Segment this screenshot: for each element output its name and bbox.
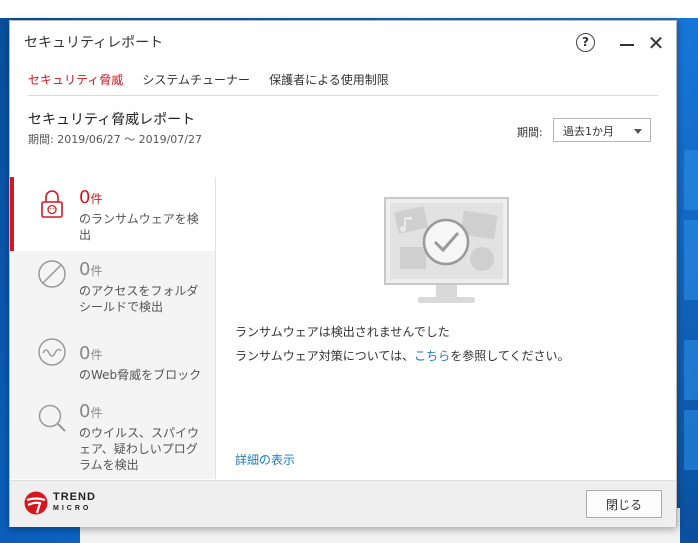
threat-item-folder-shield[interactable]: 0件 のアクセスをフォルダシールドで検出 — [10, 255, 215, 329]
no-threat-monitor-illustration — [384, 197, 509, 303]
minimize-icon — [620, 44, 634, 46]
titlebar: セキュリティレポート ? ✕ — [10, 21, 676, 65]
threat-item-web-threat[interactable]: 0件 のWeb脅威をブロック — [10, 333, 215, 397]
threat-count: 0件 — [79, 187, 103, 208]
show-details-link[interactable]: 詳細の表示 — [235, 451, 295, 468]
windows-logo-pane — [684, 150, 698, 210]
ransomware-info-message: ランサムウェア対策については、こちらを参照してください。 — [235, 349, 570, 363]
tab-divider — [28, 95, 658, 96]
threat-count: 0件 — [79, 259, 103, 280]
windows-logo-pane — [684, 220, 698, 300]
folder-shield-icon — [38, 260, 66, 288]
help-icon[interactable]: ? — [576, 33, 595, 52]
report-period: 期間: 2019/06/27 ～ 2019/07/27 — [28, 133, 202, 146]
window-title: セキュリティレポート — [24, 35, 164, 51]
period-dropdown[interactable]: 過去1か月 — [553, 118, 651, 142]
threat-count: 0件 — [79, 401, 103, 422]
threat-item-virus[interactable]: 0件 のウイルス、スパイウェア、疑わしいプログラムを検出 — [10, 399, 215, 479]
windows-logo-pane — [684, 410, 698, 470]
web-threat-icon — [38, 338, 66, 366]
period-label: 期間: — [517, 126, 543, 139]
tab-system-tuner[interactable]: システムチューナー — [142, 71, 250, 88]
chevron-down-icon — [634, 129, 642, 134]
period-selected-value: 過去1か月 — [563, 125, 614, 138]
close-icon[interactable]: ✕ — [646, 33, 666, 53]
threat-description: のWeb脅威をブロック — [79, 368, 202, 382]
threat-description: のランサムウェアを検出 — [79, 212, 199, 242]
threat-description: のウイルス、スパイウェア、疑わしいプログラムを検出 — [79, 426, 200, 472]
footer: TREND MICRO 閉じる — [10, 480, 676, 527]
search-icon — [38, 404, 66, 432]
minimize-button[interactable] — [617, 33, 637, 53]
no-ransomware-message: ランサムウェアは検出されませんでした — [235, 325, 450, 339]
background-window-top — [0, 0, 698, 18]
trend-micro-logo: TREND MICRO — [24, 491, 124, 517]
ransomware-info-link[interactable]: こちら — [414, 349, 450, 363]
close-button[interactable]: 閉じる — [586, 490, 662, 518]
tab-bar: セキュリティ脅威 システムチューナー 保護者による使用制限 — [28, 69, 403, 89]
ransomware-lock-icon — [41, 190, 63, 218]
tab-security-threats[interactable]: セキュリティ脅威 — [28, 71, 123, 88]
threat-summary-panel: 0件 のランサムウェアを検出 0件 のアクセスをフォルダシールドで検出 0件 の… — [10, 177, 216, 479]
threat-description: のアクセスをフォルダシールドで検出 — [79, 284, 199, 314]
windows-logo-pane — [684, 340, 698, 400]
tab-parental-controls[interactable]: 保護者による使用制限 — [269, 71, 389, 88]
security-report-dialog: セキュリティレポート ? ✕ セキュリティ脅威 システムチューナー 保護者による… — [9, 20, 677, 527]
threat-count: 0件 — [79, 343, 103, 364]
active-indicator — [10, 177, 14, 251]
threat-item-ransomware[interactable]: 0件 のランサムウェアを検出 — [10, 177, 215, 251]
report-title: セキュリティ脅威レポート — [28, 112, 196, 128]
trend-micro-logo-icon — [24, 491, 48, 515]
brand-text: TREND MICRO — [53, 491, 96, 513]
